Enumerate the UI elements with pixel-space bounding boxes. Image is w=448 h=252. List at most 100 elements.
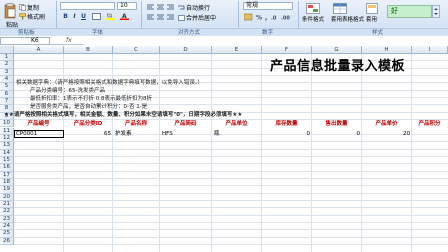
header-cell[interactable]: 售出数量 [312, 120, 361, 129]
name-box[interactable]: K6 [0, 37, 50, 45]
row-header-10[interactable]: 10 [0, 120, 14, 128]
row-header-20[interactable]: 20 [0, 193, 14, 201]
column-header-d[interactable]: D [160, 46, 212, 54]
table-cell-f[interactable]: 0 [264, 131, 311, 138]
column-header-h[interactable]: H [362, 46, 412, 54]
notes-line-1: 相关数据字典：（请严格按照相关格式和数据字典填写数据，以免导入错误。） [16, 80, 204, 86]
format-painter-label: 格式刷 [27, 14, 46, 21]
table-format-button[interactable]: 套用表格格式 [331, 3, 365, 25]
table-cell-g[interactable]: 0 [314, 131, 361, 138]
row-gridline [14, 177, 448, 179]
column-header-e[interactable]: E [212, 46, 262, 54]
row-header-1[interactable]: 1 [0, 54, 14, 62]
row-gridline [14, 170, 448, 172]
select-all-corner[interactable] [0, 46, 14, 54]
row-header-2[interactable]: 2 [0, 61, 14, 69]
row-header-13[interactable]: 13 [0, 142, 14, 150]
borders-button[interactable] [92, 13, 101, 20]
row-header-6[interactable]: 6 [0, 90, 14, 99]
conditional-format-button[interactable]: 条件格式 [302, 3, 326, 25]
header-cell[interactable]: 产品积分 [412, 120, 447, 129]
row-gridline [14, 155, 448, 157]
header-cell[interactable]: 产品简码 [160, 120, 211, 129]
notes-line-3: 最低折扣率：1表示不打折 0.8表示最低折扣为8折 [30, 96, 152, 102]
row-gridline [14, 75, 448, 77]
row-gridline [14, 148, 448, 150]
row-header-22[interactable]: 22 [0, 208, 14, 216]
row-gridline [14, 244, 448, 246]
column-header-b[interactable]: B [64, 46, 113, 54]
copy-button[interactable]: 复制 [19, 3, 39, 12]
row-header-14[interactable]: 14 [0, 149, 14, 157]
header-cell[interactable]: 产品分类ID [64, 120, 112, 129]
underline-button[interactable]: U [79, 12, 88, 21]
row-header-15[interactable]: 15 [0, 156, 14, 165]
fx-label[interactable]: fx [66, 36, 82, 45]
ribbon-group-labels: 剪贴板 字体 对齐方式 数字 样式 [0, 28, 448, 36]
bold-button[interactable]: B [61, 12, 70, 21]
row-header-18[interactable]: 18 [0, 178, 14, 187]
wrap-text-button[interactable]: 自动换行 [178, 3, 210, 12]
svg-text:,: , [265, 15, 267, 22]
row-gridline [14, 207, 448, 209]
number-format-combo[interactable]: 常规 [243, 2, 293, 10]
row-header-16[interactable]: 16 [0, 164, 14, 172]
row-header-26[interactable]: 26 [0, 237, 14, 246]
row-header-24[interactable]: 24 [0, 223, 14, 231]
row-header-19[interactable]: 19 [0, 186, 14, 194]
row-header-11[interactable]: 11 [0, 127, 14, 135]
good-style-swatch[interactable]: 好 [387, 5, 432, 18]
format-painter-button[interactable]: 格式刷 [19, 12, 45, 21]
header-cell[interactable]: 产品单位 [212, 120, 261, 129]
fill-color-button[interactable] [106, 13, 115, 20]
italic-button[interactable]: I [70, 12, 79, 21]
styles-scroll[interactable] [432, 5, 440, 18]
wrap-icon [178, 5, 185, 9]
header-cell[interactable]: 产品编号 [14, 120, 63, 129]
column-header-c[interactable]: C [113, 46, 160, 54]
font-color-button[interactable]: A [120, 13, 129, 20]
table-format-label: 套用表格格式 [331, 17, 365, 23]
column-header-f[interactable]: F [262, 46, 312, 54]
row-header-25[interactable]: 25 [0, 230, 14, 238]
table-cell-d[interactable]: HFS [162, 131, 210, 138]
header-cell[interactable]: 库存数量 [262, 120, 311, 129]
row-header-4[interactable]: 4 [0, 76, 14, 84]
currency-percent-icons: % , .0 .00 [243, 13, 290, 22]
cell-styles-icon [366, 3, 378, 14]
column-header-g[interactable]: G [312, 46, 362, 54]
column-gridline [311, 54, 312, 252]
column-gridline [361, 54, 362, 252]
table-cell-h[interactable]: 20 [364, 131, 410, 138]
formula-input[interactable] [84, 37, 448, 45]
font-size-combo[interactable]: 10 [117, 2, 137, 10]
row-header-21[interactable]: 21 [0, 201, 14, 209]
paste-button[interactable] [4, 3, 16, 19]
table-cell-e[interactable]: 瓶 [214, 131, 260, 138]
row-header-12[interactable]: 12 [0, 134, 14, 143]
row-gridline [14, 236, 448, 238]
row-header-7[interactable]: 7 [0, 98, 14, 106]
header-cell[interactable]: 产品单价 [362, 120, 411, 129]
merge-icon [178, 14, 185, 21]
header-cell[interactable]: 产品名称 [113, 120, 159, 129]
column-header-a[interactable]: A [14, 46, 64, 54]
notes-line-2: 产品分类编号：65-洗发类产品 [30, 88, 105, 94]
merge-center-label: 合并后居中 [186, 15, 217, 22]
number-format-tools[interactable]: % , .0 .00 [243, 13, 292, 22]
column-header-i[interactable]: I [412, 46, 448, 54]
row-header-23[interactable]: 23 [0, 215, 14, 224]
cell-styles-button[interactable]: 套用 [366, 3, 382, 25]
conditional-format-icon [306, 3, 320, 14]
table-cell-c[interactable]: 护发素 [115, 131, 158, 138]
row-header-3[interactable]: 3 [0, 68, 14, 77]
row-header-5[interactable]: 5 [0, 83, 14, 91]
row-header-17[interactable]: 17 [0, 171, 14, 179]
ribbon: 粘贴 复制 格式刷 10 B I U A 自动换行 合并后居中 常规 % , .… [0, 0, 448, 36]
svg-text:.0: .0 [271, 16, 277, 22]
merge-center-button[interactable]: 合并后居中 [178, 13, 216, 22]
copy-icon [19, 4, 26, 11]
table-cell-b[interactable]: 65 [66, 131, 111, 138]
row-gridline [14, 222, 448, 224]
font-name-combo[interactable] [60, 2, 115, 10]
